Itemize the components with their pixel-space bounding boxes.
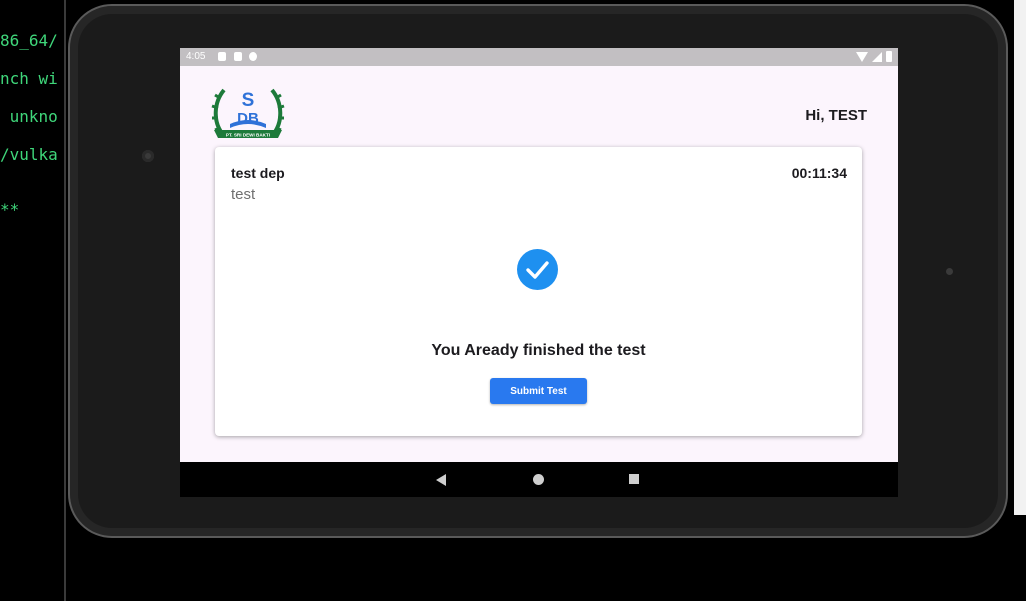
completion-message: You Aready finished the test (431, 342, 646, 359)
recent-apps-icon[interactable] (629, 474, 639, 484)
test-title: test dep (231, 165, 285, 181)
home-icon[interactable] (533, 474, 544, 485)
test-card: test dep test 00:11:34 You Aready finish… (215, 147, 862, 436)
terminal-line: unkno (0, 107, 58, 126)
signal-icon (872, 51, 882, 62)
svg-text:S: S (242, 90, 255, 111)
company-logo: S DB PT. SRI DEWI BAKTI (211, 88, 285, 138)
navigation-bar (180, 462, 898, 497)
user-greeting: Hi, TEST (805, 107, 867, 124)
terminal-window: 86_64/ nch wi unkno /vulka ** (0, 0, 64, 601)
test-timer: 00:11:34 (791, 165, 847, 181)
test-subtitle: test (231, 186, 256, 203)
notification-icon (218, 52, 226, 61)
device-screen: 4:05 S DB PT. SRI DEWI BAKTI Hi, TEST te… (180, 48, 898, 497)
status-time: 4:05 (186, 51, 206, 62)
terminal-line: /vulka (0, 145, 58, 164)
logo-caption: PT. SRI DEWI BAKTI (226, 133, 270, 138)
sd-card-icon (234, 52, 242, 61)
status-bar: 4:05 (180, 48, 898, 66)
battery-icon (886, 51, 892, 62)
background-window-edge (1014, 0, 1026, 515)
back-icon[interactable] (436, 474, 446, 486)
front-camera-icon (142, 150, 154, 162)
terminal-line: 86_64/ (0, 31, 58, 50)
app-content: S DB PT. SRI DEWI BAKTI Hi, TEST test de… (180, 66, 898, 462)
check-circle-icon (517, 249, 558, 290)
terminal-line: nch wi (0, 69, 58, 88)
status-indicators (856, 51, 892, 62)
wifi-icon (856, 51, 868, 62)
window-divider (64, 0, 66, 601)
terminal-line: ** (0, 200, 20, 219)
sensor-icon (946, 268, 953, 275)
submit-test-button[interactable]: Submit Test (490, 378, 587, 404)
sync-icon (249, 52, 257, 61)
